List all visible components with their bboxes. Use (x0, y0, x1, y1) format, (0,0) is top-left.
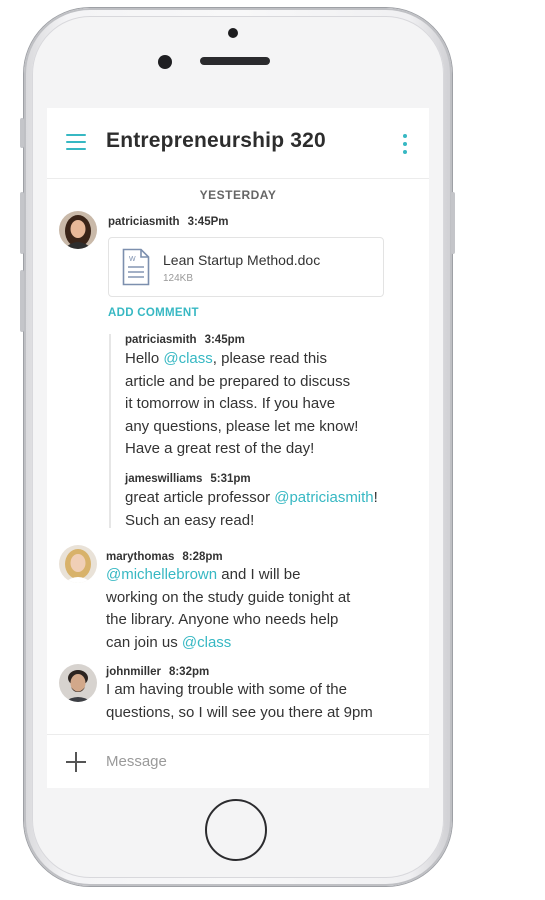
message-meta: johnmiller 8:32pm (106, 666, 209, 678)
comment-time: 3:45pm (204, 334, 245, 346)
home-button[interactable] (205, 799, 267, 861)
plus-icon[interactable] (66, 752, 86, 772)
message-time: 8:28pm (182, 551, 223, 563)
comment-time: 5:31pm (210, 473, 251, 485)
message-composer (47, 734, 429, 788)
post-time: 3:45Pm (187, 216, 229, 228)
message-author[interactable]: marythomas (106, 551, 174, 563)
comment-meta: jameswilliams 5:31pm (125, 473, 251, 485)
svg-text:W: W (129, 256, 136, 263)
file-attachment[interactable]: W Lean Startup Method.doc 124KB (108, 237, 384, 297)
comment-meta: patriciasmith 3:45pm (125, 334, 245, 346)
day-divider: YESTERDAY (199, 188, 277, 202)
side-button (20, 118, 24, 148)
comment-author[interactable]: patriciasmith (125, 334, 197, 346)
file-size: 124KB (163, 273, 194, 284)
avatar-johnmiller[interactable] (59, 664, 97, 702)
earpiece-speaker (200, 57, 270, 65)
app-screen: Entrepreneurship 320 YESTERDAY patricias… (47, 108, 429, 788)
thread-line (109, 334, 111, 528)
avatar-marythomas[interactable] (59, 545, 97, 583)
mention-link[interactable]: @michellebrown (106, 566, 217, 583)
word-document-icon: W (122, 248, 150, 286)
post-meta: patriciasmith 3:45Pm (108, 216, 229, 228)
mention-link[interactable]: @patriciasmith (274, 489, 373, 506)
comment-author[interactable]: jameswilliams (125, 473, 202, 485)
proximity-sensor (228, 28, 238, 38)
front-camera (158, 55, 172, 69)
hamburger-menu-icon[interactable] (66, 134, 86, 150)
comment-text: Hello @class, please read this article a… (125, 350, 359, 457)
message-meta: marythomas 8:28pm (106, 551, 223, 563)
message-author[interactable]: johnmiller (106, 666, 161, 678)
add-comment-button[interactable]: ADD COMMENT (108, 307, 199, 319)
message-time: 8:32pm (168, 666, 210, 678)
volume-up-button (20, 192, 24, 254)
top-bar: Entrepreneurship 320 (47, 108, 429, 179)
channel-title: Entrepreneurship 320 (106, 129, 326, 152)
mention-link[interactable]: @class (182, 634, 231, 651)
message-text: I am having trouble with some of the que… (106, 681, 373, 721)
avatar-patriciasmith[interactable] (59, 211, 97, 249)
volume-down-button (20, 270, 24, 332)
comment-text: great article professor @patriciasmith! … (125, 489, 378, 529)
power-button (451, 192, 455, 254)
mention-link[interactable]: @class (163, 350, 212, 367)
message-text: @michellebrown and I will be working on … (106, 566, 351, 651)
message-input[interactable] (106, 750, 406, 772)
post-author[interactable]: patriciasmith (108, 216, 180, 228)
vertical-dots-icon[interactable] (403, 134, 407, 154)
file-name: Lean Startup Method.doc (163, 252, 321, 268)
